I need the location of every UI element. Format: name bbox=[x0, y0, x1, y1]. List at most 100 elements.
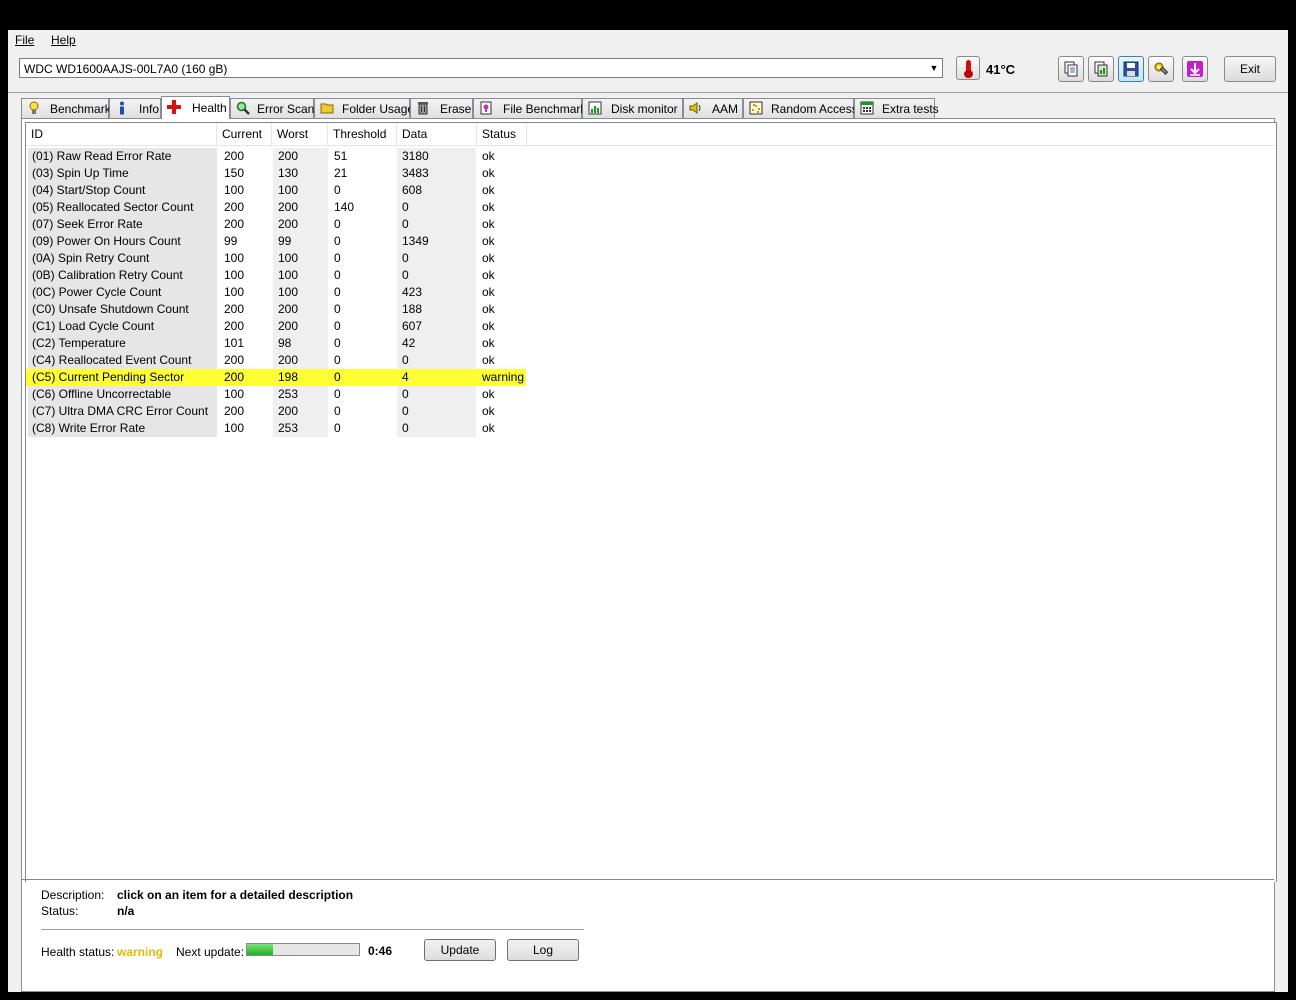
tab-folder-usage-label: Folder Usage bbox=[342, 102, 415, 116]
cell-threshold: 0 bbox=[334, 370, 341, 384]
tab-error-scan[interactable]: Error Scan bbox=[230, 98, 314, 118]
cell-threshold: 0 bbox=[334, 217, 341, 231]
tab-random-access-label: Random Access bbox=[771, 102, 858, 116]
table-row[interactable]: (09) Power On Hours Count 99 99 0 1349 ok bbox=[26, 233, 526, 250]
cell-data: 0 bbox=[397, 199, 476, 216]
tab-benchmark[interactable]: Benchmark bbox=[21, 98, 111, 118]
cell-worst: 200 bbox=[273, 148, 328, 165]
column-header-current[interactable]: Current bbox=[217, 123, 272, 145]
list-header: ID Current Worst Threshold Data Status bbox=[26, 123, 1276, 146]
cell-threshold: 140 bbox=[334, 200, 355, 214]
column-header-threshold[interactable]: Threshold bbox=[328, 123, 397, 145]
column-header-data[interactable]: Data bbox=[397, 123, 477, 145]
table-row[interactable]: (0C) Power Cycle Count 100 100 0 423 ok bbox=[26, 284, 526, 301]
table-row[interactable]: (C5) Current Pending Sector 200 198 0 4 warni… bbox=[26, 369, 526, 386]
cell-worst: 100 bbox=[273, 267, 328, 284]
options-button[interactable] bbox=[1148, 56, 1174, 82]
monitor-chart-icon bbox=[588, 101, 602, 115]
next-update-label: Next update: bbox=[176, 945, 245, 959]
table-row[interactable]: (C4) Reallocated Event Count 200 200 0 0 ok bbox=[26, 352, 526, 369]
cell-id: (07) Seek Error Rate bbox=[28, 216, 217, 233]
tab-random-access[interactable]: Random Access bbox=[743, 98, 858, 118]
cell-id: (C5) Current Pending Sector bbox=[32, 370, 185, 384]
dropdown-arrow-icon[interactable]: ▼ bbox=[926, 59, 942, 77]
tab-file-benchmark[interactable]: File Benchmark bbox=[473, 98, 586, 118]
tab-health[interactable]: Health bbox=[161, 96, 230, 119]
cell-threshold: 0 bbox=[334, 404, 341, 418]
cell-current: 200 bbox=[224, 404, 245, 418]
cell-status: ok bbox=[482, 149, 495, 163]
cell-id: (03) Spin Up Time bbox=[28, 165, 217, 182]
tab-extra-tests[interactable]: Extra tests bbox=[854, 98, 939, 118]
cell-worst: 98 bbox=[273, 335, 328, 352]
table-row[interactable]: (07) Seek Error Rate 200 200 0 0 ok bbox=[26, 216, 526, 233]
table-row[interactable]: (0A) Spin Retry Count 100 100 0 0 ok bbox=[26, 250, 526, 267]
tab-aam[interactable]: AAM bbox=[683, 98, 743, 118]
trash-icon bbox=[418, 102, 428, 115]
tab-disk-monitor-label: Disk monitor bbox=[611, 102, 678, 116]
cell-status: ok bbox=[482, 353, 495, 367]
cell-status: ok bbox=[482, 268, 495, 282]
info-icon bbox=[120, 101, 124, 115]
status-label: Status: bbox=[41, 904, 79, 918]
cell-data: 0 bbox=[397, 386, 476, 403]
table-row[interactable]: (01) Raw Read Error Rate 200 200 51 3180 ok bbox=[26, 148, 526, 165]
cell-current: 100 bbox=[224, 183, 245, 197]
cell-worst: 100 bbox=[273, 284, 328, 301]
copy-image-button[interactable] bbox=[1088, 56, 1114, 82]
cell-id: (C0) Unsafe Shutdown Count bbox=[28, 301, 217, 318]
copy-text-button[interactable] bbox=[1058, 56, 1084, 82]
cell-status: ok bbox=[482, 166, 495, 180]
cell-threshold: 0 bbox=[334, 336, 341, 350]
cell-current: 100 bbox=[224, 285, 245, 299]
column-header-status[interactable]: Status bbox=[477, 123, 527, 145]
table-row[interactable]: (C7) Ultra DMA CRC Error Count 200 200 0 0 ok bbox=[26, 403, 526, 420]
tab-info[interactable]: Info bbox=[109, 98, 161, 118]
table-row[interactable]: (04) Start/Stop Count 100 100 0 608 ok bbox=[26, 182, 526, 199]
cell-id: (01) Raw Read Error Rate bbox=[28, 148, 217, 165]
cell-worst: 253 bbox=[273, 420, 328, 437]
update-button[interactable]: Update bbox=[424, 939, 496, 961]
cell-current: 101 bbox=[224, 336, 245, 350]
tab-benchmark-label: Benchmark bbox=[50, 102, 111, 116]
cell-current: 200 bbox=[224, 200, 245, 214]
file-icon bbox=[480, 101, 492, 115]
table-row[interactable]: (05) Reallocated Sector Count 200 200 140 0 o… bbox=[26, 199, 526, 216]
table-row[interactable]: (C1) Load Cycle Count 200 200 0 607 ok bbox=[26, 318, 526, 335]
smart-attributes-list[interactable]: ID Current Worst Threshold Data Status (… bbox=[25, 122, 1277, 882]
tab-error-scan-label: Error Scan bbox=[257, 102, 315, 116]
table-row[interactable]: (C6) Offline Uncorrectable 100 253 0 0 ok bbox=[26, 386, 526, 403]
cell-worst: 100 bbox=[273, 182, 328, 199]
cell-threshold: 0 bbox=[334, 268, 341, 282]
cell-current: 100 bbox=[224, 421, 245, 435]
tab-folder-usage[interactable]: Folder Usage bbox=[314, 98, 414, 118]
tab-disk-monitor[interactable]: Disk monitor bbox=[582, 98, 683, 118]
table-row[interactable]: (C2) Temperature 101 98 0 42 ok bbox=[26, 335, 526, 352]
download-button[interactable] bbox=[1182, 56, 1208, 82]
column-header-worst[interactable]: Worst bbox=[272, 123, 328, 145]
cell-status: ok bbox=[482, 217, 495, 231]
cell-status: ok bbox=[482, 200, 495, 214]
table-row[interactable]: (03) Spin Up Time 150 130 21 3483 ok bbox=[26, 165, 526, 182]
table-row[interactable]: (C0) Unsafe Shutdown Count 200 200 0 188 ok bbox=[26, 301, 526, 318]
health-status-label: Health status: bbox=[41, 945, 115, 959]
log-button[interactable]: Log bbox=[507, 939, 579, 961]
cell-id: (0C) Power Cycle Count bbox=[28, 284, 217, 301]
cell-id: (C8) Write Error Rate bbox=[28, 420, 217, 437]
tab-file-benchmark-label: File Benchmark bbox=[503, 102, 587, 116]
next-update-countdown: 0:46 bbox=[368, 944, 393, 958]
menu-help[interactable]: Help bbox=[51, 33, 76, 47]
exit-button[interactable]: Exit bbox=[1224, 56, 1276, 82]
tab-erase[interactable]: Erase bbox=[410, 98, 473, 118]
column-header-id[interactable]: ID bbox=[26, 123, 217, 145]
cell-id: (04) Start/Stop Count bbox=[28, 182, 217, 199]
table-row[interactable]: (C8) Write Error Rate 100 253 0 0 ok bbox=[26, 420, 526, 437]
cell-data: 607 bbox=[397, 318, 476, 335]
table-row[interactable]: (0B) Calibration Retry Count 100 100 0 0 ok bbox=[26, 267, 526, 284]
save-button[interactable] bbox=[1118, 56, 1144, 82]
menu-file[interactable]: File bbox=[15, 33, 34, 47]
cell-current: 200 bbox=[224, 370, 245, 384]
temperature-readout: 41°C bbox=[986, 62, 1016, 77]
lightbulb-icon bbox=[29, 101, 39, 114]
drive-select[interactable]: WDC WD1600AAJS-00L7A0 (160 gB) ▼ bbox=[19, 58, 943, 78]
